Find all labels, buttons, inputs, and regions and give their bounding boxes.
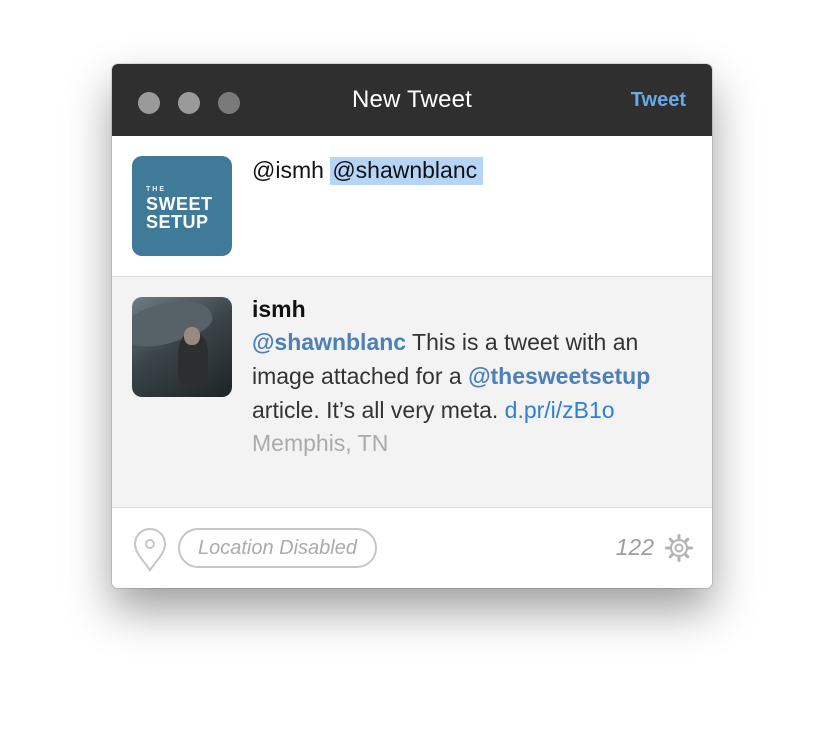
compose-text-prefix: @ismh — [252, 157, 331, 183]
mention-link[interactable]: @thesweetsetup — [468, 363, 650, 389]
quoted-tweet-location: Memphis, TN — [252, 430, 389, 456]
account-avatar[interactable]: THE SWEET SETUP — [132, 156, 232, 256]
quoted-tweet-author[interactable]: ismh — [252, 293, 692, 325]
logo-text-small: THE — [146, 186, 166, 193]
tweet-text-input[interactable]: @ismh @shawnblanc — [252, 154, 484, 186]
gear-icon[interactable] — [664, 533, 694, 563]
quoted-tweet-body: ismh @shawnblanc This is a tweet with an… — [252, 293, 692, 459]
location-pin-icon[interactable] — [132, 528, 168, 572]
mention-link[interactable]: @shawnblanc — [252, 329, 406, 355]
quoted-tweet-text: @shawnblanc This is a tweet with an imag… — [252, 325, 692, 427]
title-bar[interactable]: New Tweet Tweet — [112, 64, 712, 136]
selected-mention[interactable]: @shawnblanc — [330, 157, 484, 185]
window-title: New Tweet — [351, 86, 473, 113]
tweet-button[interactable]: Tweet — [631, 89, 686, 112]
compose-area[interactable]: THE SWEET SETUP @ismh @shawnblanc — [112, 136, 712, 277]
character-count: 122 — [615, 534, 654, 560]
footer-bar: Location Disabled 122 — [112, 508, 712, 588]
tweet-text-part2: article. It’s all very meta. — [252, 397, 505, 423]
logo-text-line2: SETUP — [146, 212, 209, 232]
avatar-face-shape — [184, 327, 200, 345]
url-link[interactable]: d.pr/i/zB1o — [505, 397, 615, 423]
new-tweet-window: New Tweet Tweet THE SWEET SETUP @ismh @s… — [112, 64, 712, 588]
quoted-tweet-avatar[interactable] — [132, 297, 232, 397]
location-disabled-toggle[interactable]: Location Disabled — [178, 528, 377, 568]
quoted-tweet: ismh @shawnblanc This is a tweet with an… — [112, 277, 712, 508]
